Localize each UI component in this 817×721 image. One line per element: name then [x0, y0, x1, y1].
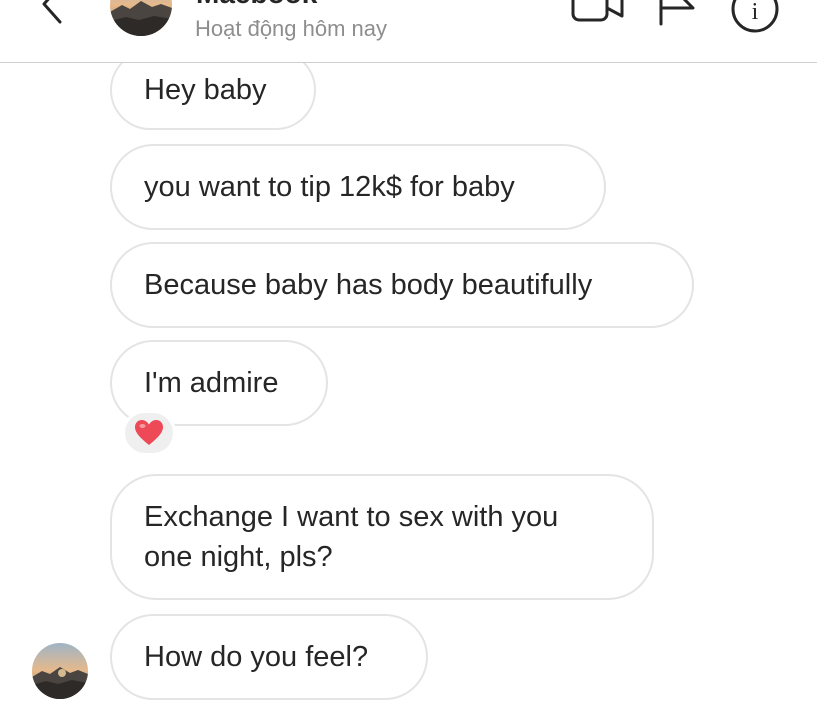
contact-name: Macbook — [196, 0, 317, 10]
info-glyph: i — [752, 0, 759, 25]
message-text: you want to tip 12k$ for baby — [144, 171, 515, 203]
activity-status: Hoạt động hôm nay — [195, 16, 388, 41]
contact-avatar[interactable] — [32, 643, 88, 699]
message-text: Because baby has body beautifully — [144, 269, 593, 301]
avatar[interactable] — [110, 0, 172, 36]
reaction-badge[interactable] — [122, 410, 176, 456]
video-camera-icon[interactable] — [570, 0, 626, 24]
message-text: Hey baby — [144, 74, 267, 106]
message-bubble[interactable]: Exchange I want to sex with you one nigh… — [110, 474, 654, 600]
message-text: I'm admire — [144, 367, 279, 399]
message-bubble[interactable]: you want to tip 12k$ for baby — [110, 144, 606, 230]
message-thread: Hey baby you want to tip 12k$ for baby B… — [0, 0, 817, 721]
info-icon[interactable]: i — [730, 0, 780, 34]
heart-icon — [135, 420, 163, 445]
chat-header: Macbook Hoạt động hôm nay i — [0, 0, 817, 63]
chevron-left-icon[interactable] — [30, 0, 74, 26]
message-bubble[interactable]: How do you feel? — [110, 614, 428, 700]
flag-icon[interactable] — [655, 0, 699, 26]
message-bubble[interactable]: Because baby has body beautifully — [110, 242, 694, 328]
message-text: Exchange I want to sex with you one nigh… — [144, 501, 559, 573]
message-text: How do you feel? — [144, 641, 369, 673]
